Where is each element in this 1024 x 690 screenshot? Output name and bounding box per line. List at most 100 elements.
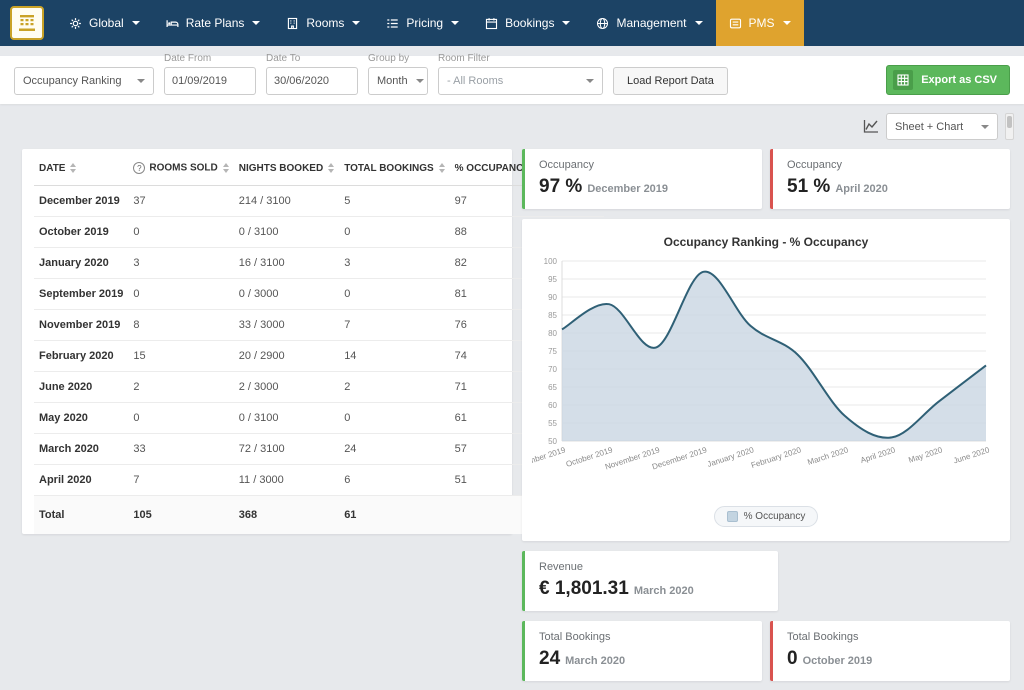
nav-item-bookings[interactable]: Bookings xyxy=(472,0,583,46)
stat-card-bookings-worst: Total Bookings 0October 2019 xyxy=(770,621,1010,681)
room-filter-select[interactable]: - All Rooms xyxy=(438,67,603,95)
column-header-date[interactable]: DATE xyxy=(34,151,128,186)
column-header-label: NIGHTS BOOKED xyxy=(239,163,323,174)
nav-item-label: Rooms xyxy=(306,16,344,30)
room-filter-label: Room Filter xyxy=(438,53,603,64)
cell-total_bookings: 14 xyxy=(339,341,449,372)
cell-date: December 2019 xyxy=(34,186,128,217)
cell-nights_booked: 20 / 2900 xyxy=(234,341,339,372)
sort-icon xyxy=(328,163,334,173)
svg-text:March 2020: March 2020 xyxy=(806,445,849,467)
main-content: DATE ?ROOMS SOLD NIGHTS BOOKED TOTAL BOOKIN… xyxy=(0,145,1024,681)
total-total_bookings: 61 xyxy=(339,496,449,535)
nav-item-management[interactable]: Management xyxy=(583,0,715,46)
report-table: DATE ?ROOMS SOLD NIGHTS BOOKED TOTAL BOOKIN… xyxy=(34,151,604,534)
chevron-down-icon xyxy=(562,21,570,25)
bookings-cards-row: Total Bookings 24March 2020 Total Bookin… xyxy=(522,621,1010,681)
nav-item-global[interactable]: Global xyxy=(56,0,153,46)
report-table-head-row: DATE ?ROOMS SOLD NIGHTS BOOKED TOTAL BOOKIN… xyxy=(34,151,604,186)
nav-item-rooms[interactable]: Rooms xyxy=(273,0,373,46)
group-by-label: Group by xyxy=(368,53,428,64)
table-row: February 20201520 / 29001474€ 1,167.14 xyxy=(34,341,604,372)
table-row: November 2019833 / 3000776€ 325.42 xyxy=(34,310,604,341)
column-header-nights-booked[interactable]: NIGHTS BOOKED xyxy=(234,151,339,186)
card-period: March 2020 xyxy=(565,655,625,667)
card-period: March 2020 xyxy=(634,585,694,597)
report-type-select[interactable]: Occupancy Ranking xyxy=(14,67,154,95)
revenue-cards-row: Revenue € 1,801.31March 2020 xyxy=(522,551,1010,611)
cell-rooms_sold: 33 xyxy=(128,434,233,465)
cell-nights_booked: 0 / 3100 xyxy=(234,403,339,434)
card-value: € 1,801.31 xyxy=(539,578,629,599)
card-period: December 2019 xyxy=(587,183,668,195)
cell-total_bookings: 24 xyxy=(339,434,449,465)
date-from-input[interactable] xyxy=(164,67,256,95)
nav-item-label: PMS xyxy=(749,16,775,30)
svg-text:95: 95 xyxy=(548,275,557,284)
cell-nights_booked: 72 / 3100 xyxy=(234,434,339,465)
cell-nights_booked: 33 / 3000 xyxy=(234,310,339,341)
legend-swatch-icon xyxy=(727,511,738,522)
group-by-select[interactable]: Month xyxy=(368,67,428,95)
cell-rooms_sold: 0 xyxy=(128,279,233,310)
total-nights_booked: 368 xyxy=(234,496,339,535)
chart-legend[interactable]: % Occupancy xyxy=(714,506,819,527)
date-to-input[interactable] xyxy=(266,67,358,95)
building-logo-icon xyxy=(16,12,38,34)
view-mode-select[interactable]: Sheet + Chart xyxy=(886,113,998,140)
cell-rooms_sold: 2 xyxy=(128,372,233,403)
load-report-button[interactable]: Load Report Data xyxy=(613,67,728,95)
nav-item-pricing[interactable]: Pricing xyxy=(373,0,472,46)
export-csv-label: Export as CSV xyxy=(921,74,997,86)
table-row: October 201900 / 3100088€ 0.00 xyxy=(34,217,604,248)
sort-icon xyxy=(223,163,229,173)
stat-card-occupancy-worst: Occupancy 51 %April 2020 xyxy=(770,149,1010,209)
column-header-label: DATE xyxy=(39,163,65,174)
table-total-row: Total10536861€ 4,917.74 xyxy=(34,496,604,535)
cell-date: June 2020 xyxy=(34,372,128,403)
tasks-icon xyxy=(386,17,399,30)
column-header-label: TOTAL BOOKINGS xyxy=(344,163,433,174)
cell-date: November 2019 xyxy=(34,310,128,341)
date-from-field: Date From xyxy=(164,53,256,95)
nav-item-label: Global xyxy=(89,16,124,30)
stat-card-occupancy-best: Occupancy 97 %December 2019 xyxy=(522,149,762,209)
legend-label: % Occupancy xyxy=(744,511,806,522)
chevron-down-icon xyxy=(451,21,459,25)
scrollbar-thumb[interactable] xyxy=(1007,116,1012,128)
help-icon[interactable]: ? xyxy=(133,162,145,174)
sort-icon xyxy=(70,163,76,173)
cell-rooms_sold: 3 xyxy=(128,248,233,279)
export-csv-button[interactable]: Export as CSV xyxy=(886,65,1010,95)
cell-rooms_sold: 7 xyxy=(128,465,233,496)
nav-item-rate-plans[interactable]: Rate Plans xyxy=(153,0,274,46)
group-by-value: Month xyxy=(377,75,408,87)
chart-legend-row: % Occupancy xyxy=(532,506,1000,527)
cell-nights_booked: 214 / 3100 xyxy=(234,186,339,217)
right-column: Occupancy 97 %December 2019 Occupancy 51… xyxy=(522,149,1010,681)
app-logo[interactable] xyxy=(10,6,44,40)
nav-item-label: Rate Plans xyxy=(186,16,245,30)
svg-text:80: 80 xyxy=(548,329,557,338)
cell-total_bookings: 7 xyxy=(339,310,449,341)
nav-item-pms[interactable]: PMS xyxy=(716,0,804,46)
column-header-rooms-sold[interactable]: ?ROOMS SOLD xyxy=(128,151,233,186)
card-title: Total Bookings xyxy=(787,631,996,643)
empty-spacer xyxy=(786,551,1011,611)
sort-icon xyxy=(439,163,445,173)
report-table-card: DATE ?ROOMS SOLD NIGHTS BOOKED TOTAL BOOKIN… xyxy=(22,149,512,534)
chart-line-icon xyxy=(863,119,879,134)
table-row: May 202000 / 3100061€ 0.00 xyxy=(34,403,604,434)
top-navbar: Global Rate Plans Rooms PricingBookingsMana… xyxy=(0,0,1024,46)
chevron-down-icon xyxy=(132,21,140,25)
scrollbar[interactable] xyxy=(1005,113,1014,140)
cell-total_bookings: 0 xyxy=(339,217,449,248)
globe-icon xyxy=(596,17,609,30)
stat-card-revenue-best: Revenue € 1,801.31March 2020 xyxy=(522,551,778,611)
column-header-total-bookings[interactable]: TOTAL BOOKINGS xyxy=(339,151,449,186)
chevron-down-icon xyxy=(416,79,424,83)
svg-text:December 2019: December 2019 xyxy=(651,445,708,471)
cell-total_bookings: 0 xyxy=(339,403,449,434)
cell-nights_booked: 0 / 3100 xyxy=(234,217,339,248)
occupancy-chart-card: Occupancy Ranking - % Occupancy 50556065… xyxy=(522,219,1010,541)
